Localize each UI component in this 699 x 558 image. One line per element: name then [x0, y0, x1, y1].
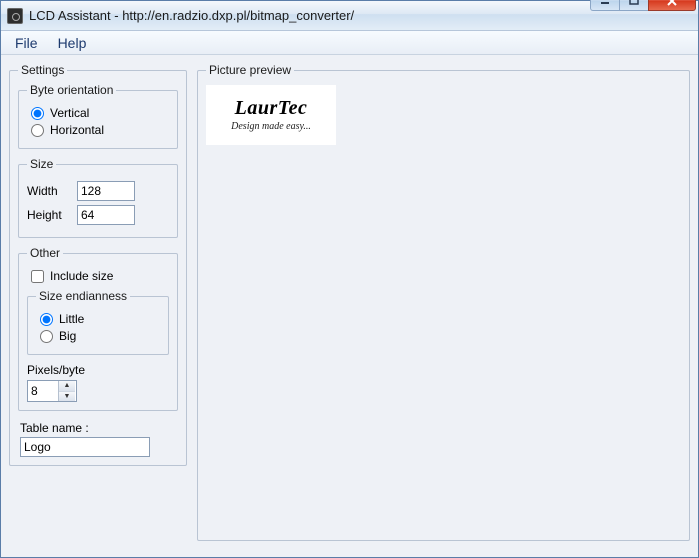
- close-icon: [666, 0, 678, 6]
- other-group: Other Include size Size endianness Littl…: [18, 246, 178, 411]
- height-input[interactable]: [77, 205, 135, 225]
- endianness-big-row[interactable]: Big: [40, 329, 160, 343]
- close-button[interactable]: [648, 0, 696, 11]
- byte-orientation-group: Byte orientation Vertical Horizontal: [18, 83, 178, 149]
- maximize-button[interactable]: [619, 0, 649, 11]
- orientation-vertical-radio[interactable]: [31, 107, 44, 120]
- minimize-icon: [600, 0, 610, 6]
- menu-help[interactable]: Help: [48, 33, 97, 53]
- table-name-input[interactable]: [20, 437, 150, 457]
- menubar: File Help: [1, 31, 698, 55]
- endianness-big-label: Big: [59, 329, 76, 343]
- maximize-icon: [629, 0, 639, 6]
- app-window: LCD Assistant - http://en.radzio.dxp.pl/…: [0, 0, 699, 558]
- settings-legend: Settings: [18, 63, 67, 77]
- minimize-button[interactable]: [590, 0, 620, 11]
- pixels-per-byte-label: Pixels/byte: [27, 363, 169, 377]
- byte-orientation-legend: Byte orientation: [27, 83, 116, 97]
- endianness-big-radio[interactable]: [40, 330, 53, 343]
- include-size-row[interactable]: Include size: [31, 269, 169, 283]
- table-name-label: Table name :: [20, 421, 178, 435]
- settings-group: Settings Byte orientation Vertical Horiz…: [9, 63, 187, 466]
- size-group: Size Width Height: [18, 157, 178, 238]
- spin-down-button[interactable]: ▼: [59, 392, 75, 402]
- size-legend: Size: [27, 157, 56, 171]
- height-label: Height: [27, 208, 71, 222]
- window-title: LCD Assistant - http://en.radzio.dxp.pl/…: [29, 8, 591, 23]
- preview-tagline-text: Design made easy...: [231, 121, 311, 132]
- app-icon: [7, 8, 23, 24]
- preview-brand-text: LaurTec: [235, 98, 308, 118]
- orientation-horizontal-label: Horizontal: [50, 123, 104, 137]
- preview-image: LaurTec Design made easy...: [206, 85, 336, 145]
- pixels-per-byte-block: Pixels/byte ▲ ▼: [27, 363, 169, 402]
- settings-column: Settings Byte orientation Vertical Horiz…: [9, 63, 187, 549]
- menu-file[interactable]: File: [5, 33, 48, 53]
- spin-buttons: ▲ ▼: [58, 381, 75, 401]
- orientation-vertical-label: Vertical: [50, 106, 89, 120]
- endianness-group: Size endianness Little Big: [27, 289, 169, 355]
- endianness-legend: Size endianness: [36, 289, 130, 303]
- titlebar: LCD Assistant - http://en.radzio.dxp.pl/…: [1, 1, 698, 31]
- endianness-little-radio[interactable]: [40, 313, 53, 326]
- include-size-checkbox[interactable]: [31, 270, 44, 283]
- preview-group: Picture preview LaurTec Design made easy…: [197, 63, 690, 541]
- endianness-little-row[interactable]: Little: [40, 312, 160, 326]
- preview-column: Picture preview LaurTec Design made easy…: [197, 63, 690, 549]
- include-size-label: Include size: [50, 269, 113, 283]
- preview-legend: Picture preview: [206, 63, 294, 77]
- endianness-little-label: Little: [59, 312, 84, 326]
- orientation-vertical-row[interactable]: Vertical: [31, 106, 169, 120]
- pixels-per-byte-spinner[interactable]: ▲ ▼: [27, 380, 77, 402]
- window-controls: [591, 0, 698, 11]
- client-area: Settings Byte orientation Vertical Horiz…: [1, 55, 698, 557]
- pixels-per-byte-input[interactable]: [28, 381, 58, 401]
- spin-up-button[interactable]: ▲: [59, 381, 75, 392]
- orientation-horizontal-row[interactable]: Horizontal: [31, 123, 169, 137]
- width-input[interactable]: [77, 181, 135, 201]
- width-label: Width: [27, 184, 71, 198]
- orientation-horizontal-radio[interactable]: [31, 124, 44, 137]
- other-legend: Other: [27, 246, 63, 260]
